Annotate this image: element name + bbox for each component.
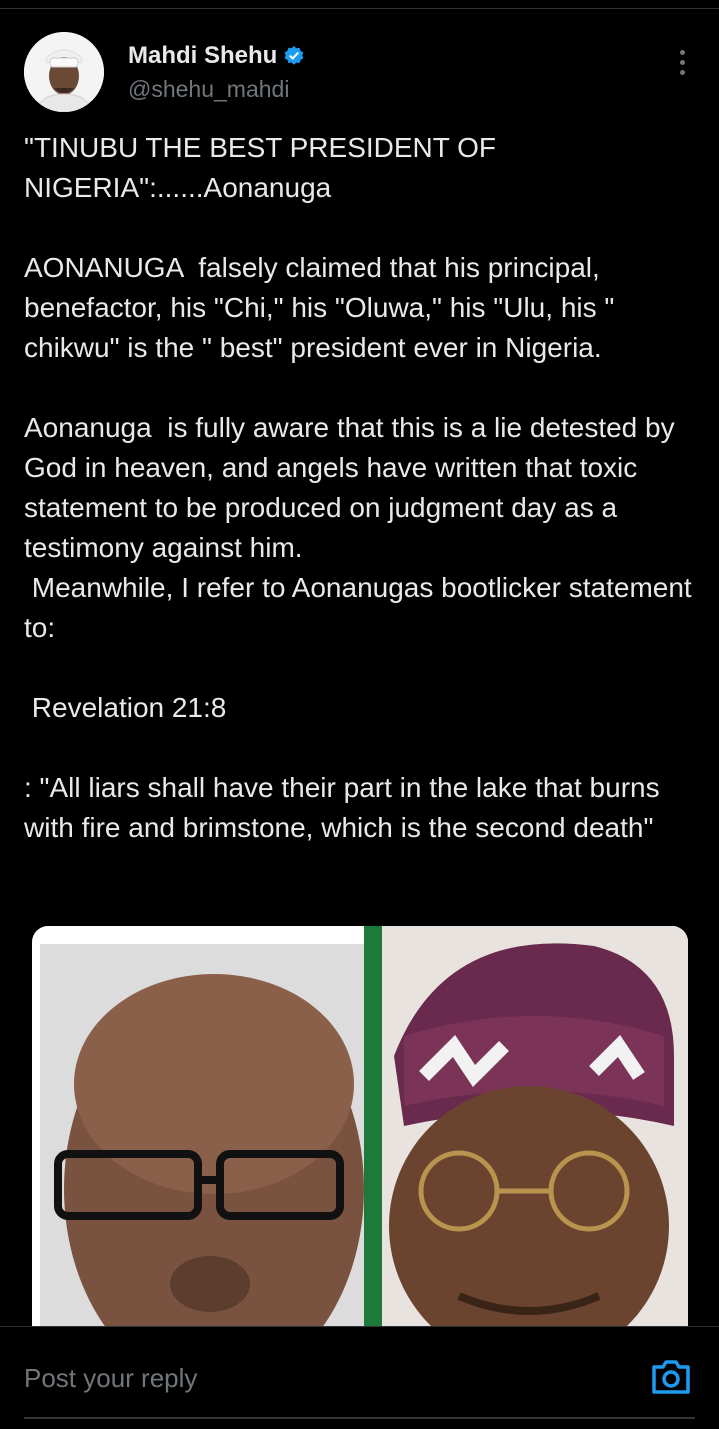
author-handle[interactable]: @shehu_mahdi	[128, 76, 305, 103]
tweet-media[interactable]	[32, 926, 688, 1336]
author-name-row[interactable]: Mahdi Shehu	[128, 42, 305, 70]
tweet-text: "TINUBU THE BEST PRESIDENT OF NIGERIA":.…	[24, 132, 692, 843]
avatar[interactable]	[24, 32, 104, 112]
author-display-name[interactable]: Mahdi Shehu	[128, 42, 277, 70]
tweet-header: Mahdi Shehu @shehu_mahdi	[24, 32, 695, 112]
reply-bar: Post your reply	[0, 1326, 719, 1429]
reply-underline	[24, 1417, 695, 1419]
top-divider	[0, 8, 719, 9]
photo-tinubu[interactable]	[364, 926, 688, 1336]
camera-icon[interactable]	[650, 1357, 692, 1397]
avatar-photo	[24, 32, 104, 112]
photo-aonanuga[interactable]	[40, 944, 388, 1336]
reply-input[interactable]: Post your reply	[24, 1363, 197, 1394]
more-options-icon[interactable]	[677, 50, 687, 82]
verified-badge-icon	[284, 46, 304, 65]
